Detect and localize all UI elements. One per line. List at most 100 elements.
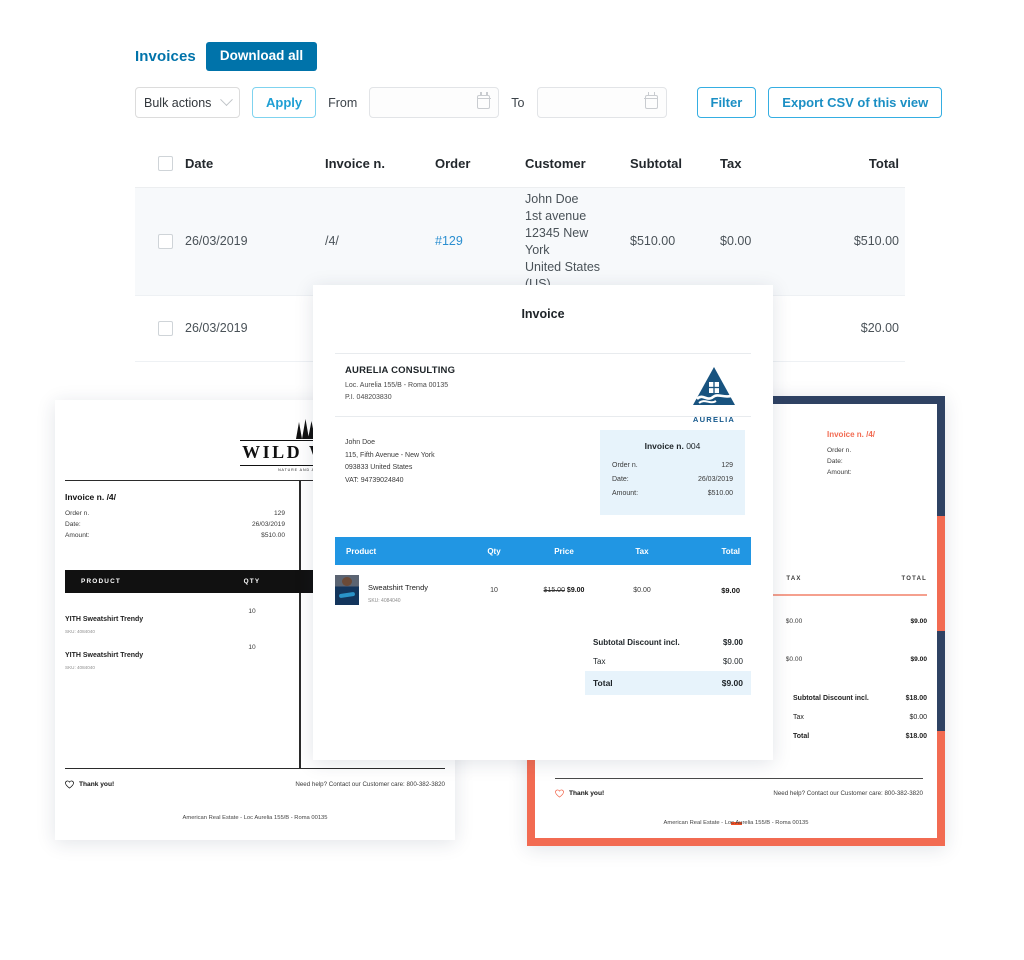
column-header-total: Total (721, 546, 740, 556)
total-label: Subtotal Discount incl. (593, 638, 680, 647)
chevron-down-icon (220, 93, 233, 107)
row-checkbox[interactable] (157, 234, 173, 249)
filter-button[interactable]: Filter (696, 87, 757, 118)
coral-table-rule (761, 594, 927, 596)
column-header-date[interactable]: Date (185, 156, 325, 171)
line-item: $0.00 $9.00 (761, 656, 927, 663)
total-value: $0.00 (722, 657, 743, 666)
heart-icon (555, 789, 564, 798)
aurelia-mountain-icon (693, 367, 735, 405)
row-checkbox[interactable] (157, 321, 173, 336)
total-row: Total $18.00 (793, 733, 927, 740)
column-header-total[interactable]: Total (810, 156, 905, 171)
item-name: Sweatshirt Trendy (368, 582, 429, 592)
aurelia-totals: Subtotal Discount incl. $9.00 Tax $0.00 … (585, 633, 751, 695)
customer-line: 12345 New (525, 225, 589, 240)
to-date-field[interactable] (536, 87, 667, 118)
customer-line: 1st avenue (525, 208, 587, 223)
divider (335, 353, 751, 354)
total-value: $9.00 (722, 638, 743, 647)
select-all-cell[interactable] (135, 156, 185, 171)
meta-row: Date: 26/03/2019 (827, 456, 937, 467)
meta-key: Amount: (65, 532, 90, 539)
divider (555, 778, 923, 780)
total-label: Total (593, 678, 613, 688)
row-select-cell[interactable] (135, 321, 185, 336)
cell-total: $20.00 (860, 321, 899, 335)
item-total: $9.00 (910, 618, 927, 625)
total-row: Tax $0.00 (793, 714, 927, 721)
bill-to-line: 115, Fifth Avenue - New York (345, 451, 435, 459)
product-thumbnail (335, 575, 359, 605)
row-select-cell[interactable] (135, 234, 185, 249)
coral-border-bottom (527, 838, 945, 846)
total-row: Subtotal Discount incl. $9.00 (585, 633, 751, 652)
item-tax: $0.00 (633, 586, 651, 594)
meta-row: Date: 26/03/2019 (65, 519, 285, 530)
column-header-order[interactable]: Order (435, 156, 525, 171)
item-total: $9.00 (721, 585, 740, 595)
bill-to-line: VAT: 94739024840 (345, 476, 404, 484)
total-label: Subtotal Discount incl. (793, 695, 869, 702)
total-label: Tax (793, 714, 804, 721)
aurelia-company-address: Loc. Aurelia 155/B - Roma 00135 (345, 382, 449, 389)
page-title: Invoices (135, 47, 196, 65)
line-item: $0.00 $9.00 (761, 618, 927, 625)
cell-order-link[interactable]: #129 (435, 233, 525, 250)
from-date-field[interactable] (369, 87, 500, 118)
meta-row: Amount: $510.00 (612, 488, 733, 499)
total-label: Tax (593, 657, 606, 666)
help-text: Need help? Contact our Customer care: 80… (773, 790, 923, 797)
cell-customer: John Doe 1st avenue 12345 New York Unite… (525, 191, 630, 293)
meta-key: Order n. (612, 462, 638, 469)
calendar-icon (644, 92, 658, 109)
item-qty: 10 (248, 608, 256, 615)
coral-border-right-bottom (937, 731, 945, 846)
meta-value: 129 (273, 510, 285, 517)
aurelia-invoice-card[interactable]: Invoice AURELIA CONSULTING Loc. Aurelia … (313, 285, 773, 760)
bill-to-line: 093833 United States (345, 464, 413, 471)
meta-value: $510.00 (707, 490, 733, 497)
item-sku: SKU: 4084040 (65, 629, 95, 634)
meta-key: Amount: (827, 469, 852, 476)
meta-key: Date: (612, 476, 629, 483)
column-header-tax[interactable]: Tax (720, 156, 810, 171)
customer-line: United States (525, 259, 601, 274)
aurelia-document-title: Invoice (521, 307, 565, 321)
item-price-original: $15.00 (543, 586, 565, 594)
item-name: YITH Sweatshirt Trendy (65, 652, 144, 659)
wildwood-invoice-heading: Invoice n. /4/ (65, 492, 117, 502)
coral-totals: Subtotal Discount incl. $18.00 Tax $0.00… (793, 695, 927, 752)
total-row: Subtotal Discount incl. $18.00 (793, 695, 927, 702)
column-header-tax: Tax (635, 546, 649, 556)
apply-button[interactable]: Apply (252, 87, 317, 118)
thanks-text: Thank you! (569, 790, 605, 797)
column-header-qty: QTY (243, 578, 261, 585)
invoice-number-value: 004 (686, 441, 701, 451)
item-sku: SKU: 4084040 (368, 597, 401, 604)
column-header-invoice-n[interactable]: Invoice n. (325, 156, 435, 171)
page-header: Invoices Download all (135, 42, 318, 71)
export-csv-button[interactable]: Export CSV of this view (768, 87, 943, 118)
invoice-number-label: Invoice n. (644, 441, 684, 451)
item-sku: SKU: 4084040 (65, 665, 95, 670)
thanks-text: Thank you! (79, 781, 115, 788)
download-all-button[interactable]: Download all (205, 42, 318, 71)
table-row[interactable]: 26/03/2019 /4/ #129 John Doe 1st avenue … (135, 188, 905, 296)
aurelia-company-vat: P.I. 048203830 (345, 394, 392, 401)
wildwood-invoice-meta: Invoice n. /4/ Order n. 129 Date: 26/03/… (65, 492, 285, 541)
meta-row: Order n. 129 (65, 508, 285, 519)
column-header-product: PRODUCT (81, 578, 121, 585)
meta-row: Order n. 129 (612, 460, 733, 471)
column-header-subtotal[interactable]: Subtotal (630, 156, 720, 171)
bulk-actions-select[interactable]: Bulk actions (135, 87, 240, 118)
coral-footer: Thank you! Need help? Contact our Custom… (555, 789, 923, 798)
meta-value: 26/03/2019 (251, 521, 285, 528)
column-header-customer[interactable]: Customer (525, 156, 630, 171)
screenshot-root: Invoices Download all Bulk actions Apply… (0, 0, 1024, 960)
select-all-checkbox[interactable] (157, 156, 173, 171)
customer-line: John Doe (525, 191, 579, 206)
meta-key: Amount: (612, 490, 639, 497)
to-label: To (511, 95, 525, 110)
coral-table-header: TAX TOTAL (761, 576, 927, 588)
